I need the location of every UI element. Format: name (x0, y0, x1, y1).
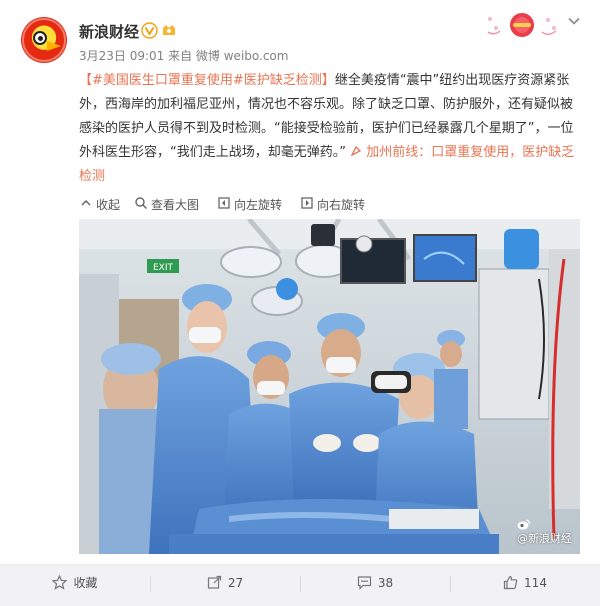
post-header: 新浪财经 3月23日 09:01 来自 微博 weibo.com (0, 0, 600, 68)
favorite-label: 收藏 (73, 576, 98, 590)
collapse-label: 收起 (96, 197, 121, 212)
post-text: 【#美国医生口罩重复使用#医护缺乏检测】继全美疫情“震中”纽约出现医疗资源紧张外… (79, 69, 585, 189)
like-button[interactable]: 114 (450, 565, 600, 606)
repost-count: 27 (227, 576, 244, 590)
username[interactable]: 新浪财经 (79, 21, 139, 42)
avatar[interactable] (21, 17, 67, 63)
comment-icon (357, 568, 372, 590)
image-watermark: @新浪财经 (517, 519, 572, 546)
topic-link-2[interactable]: 医护缺乏检测】 (244, 73, 335, 88)
collapse-icon (79, 196, 93, 210)
like-count: 114 (524, 576, 547, 590)
rotate-left-button[interactable]: 向左旋转 (217, 194, 282, 214)
topic-link[interactable]: 【#美国医生口罩重复使用# (79, 73, 244, 88)
rotate-left-label: 向左旋转 (234, 197, 283, 212)
post-meta: 3月23日 09:01 来自 微博 weibo.com (79, 49, 289, 63)
repost-button[interactable]: 27 (150, 565, 300, 606)
exit-sign: EXIT (153, 263, 174, 273)
chevron-down-icon[interactable] (566, 13, 582, 29)
post-image[interactable]: EXIT @新浪财经 (79, 219, 580, 554)
comment-button[interactable]: 38 (300, 565, 450, 606)
avatar-eye (33, 31, 47, 45)
weibo-logo-icon (517, 519, 531, 530)
article-link-prefix[interactable]: 加州前线： (366, 145, 431, 160)
repost-icon (207, 568, 222, 589)
search-icon (134, 196, 148, 210)
rotate-left-icon (217, 196, 231, 210)
view-large-button[interactable]: 查看大图 (134, 194, 199, 214)
comment-count: 38 (377, 576, 394, 590)
view-large-label: 查看大图 (151, 197, 200, 212)
star-icon (52, 568, 68, 590)
watermark-text: @新浪财经 (517, 532, 572, 545)
vip-icon (160, 22, 178, 39)
thumbs-up-icon (503, 568, 518, 590)
rotate-right-button[interactable]: 向右旋转 (300, 194, 365, 214)
image-actions: 收起 查看大图 向左旋转 向右旋转 (79, 194, 579, 214)
verified-icon (141, 22, 158, 39)
link-icon (350, 145, 366, 160)
rotate-right-label: 向右旋转 (317, 197, 366, 212)
post-footer: 收藏 27 38 114 (0, 565, 600, 606)
avatar-beak (47, 41, 61, 51)
collapse-button[interactable]: 收起 (79, 194, 120, 214)
card-decoration-icon (482, 10, 562, 40)
favorite-button[interactable]: 收藏 (0, 565, 150, 606)
rotate-right-icon (300, 196, 314, 210)
